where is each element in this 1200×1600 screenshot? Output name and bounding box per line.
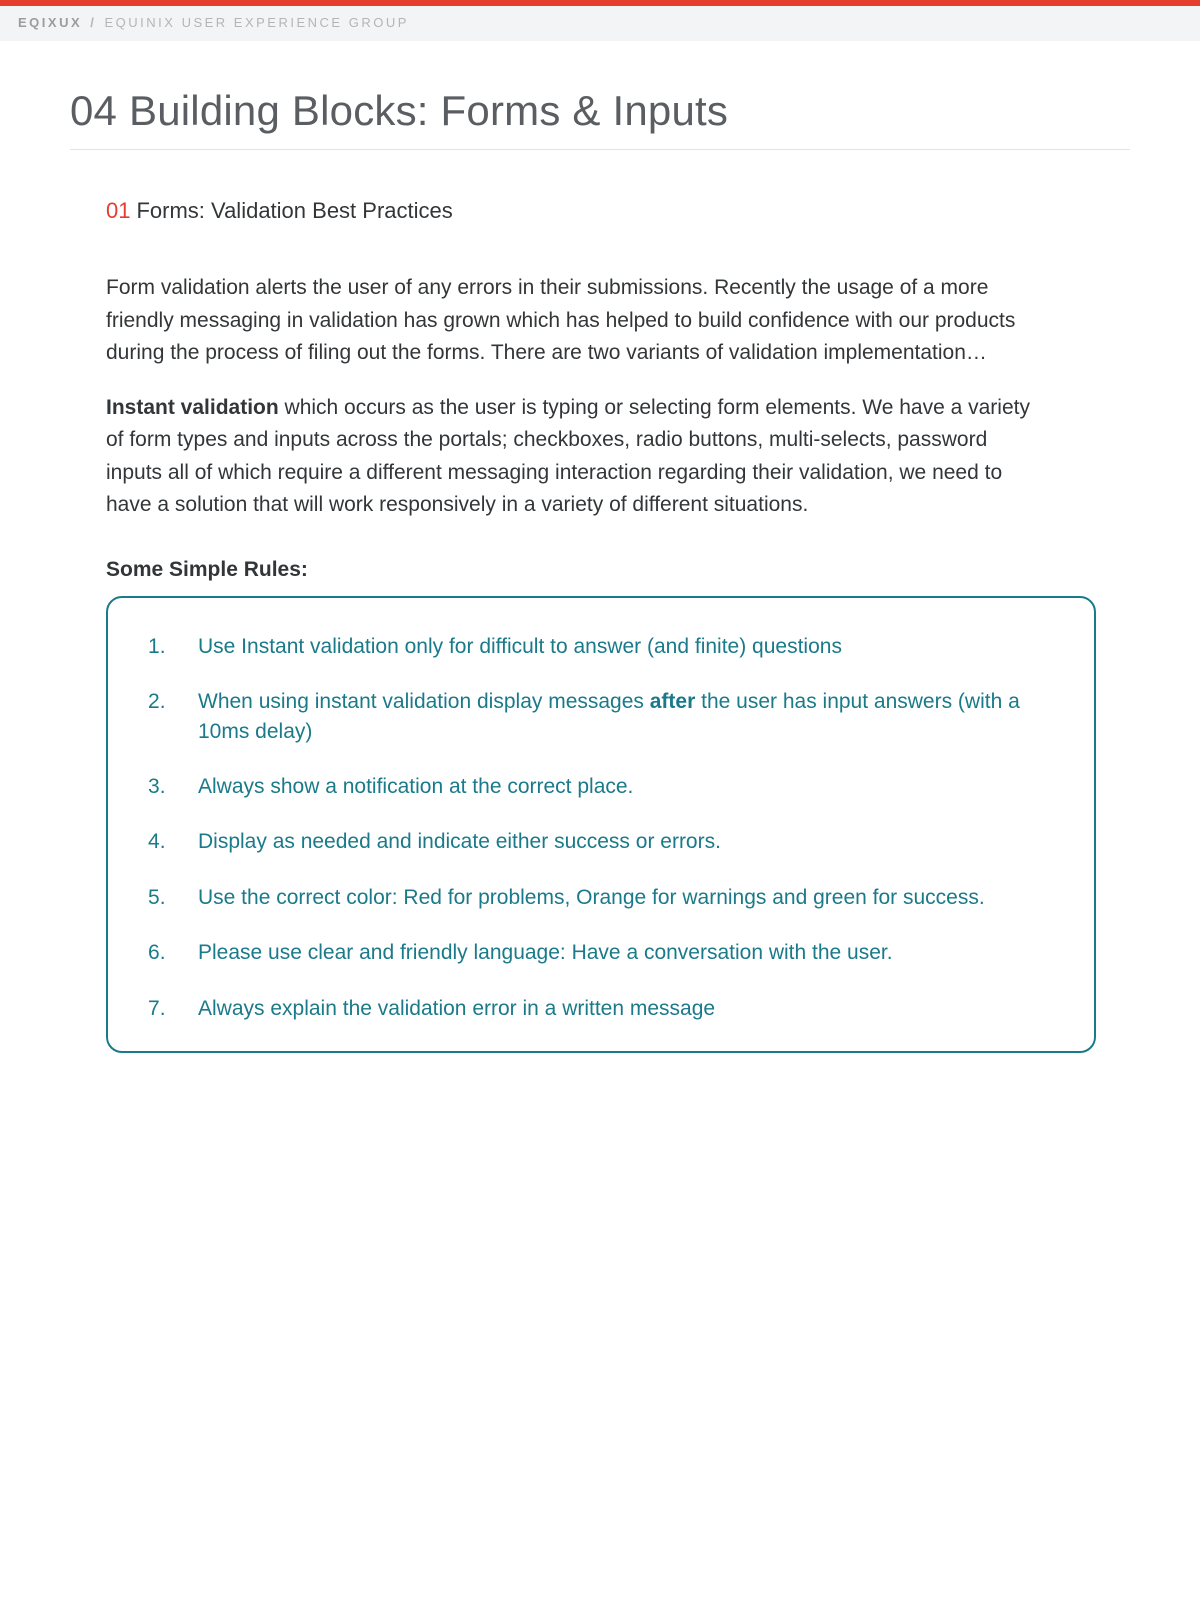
brand-separator: / <box>90 15 96 30</box>
rule-text: Always show a notification at the correc… <box>198 775 633 798</box>
intro-paragraph-1: Form validation alerts the user of any e… <box>106 272 1036 370</box>
rule-item: Display as needed and indicate either su… <box>144 827 1064 856</box>
rule-text: Please use clear and friendly language: … <box>198 941 893 964</box>
group-label: EQUINIX USER EXPERIENCE GROUP <box>105 15 409 30</box>
rule-text: Use the correct color: Red for problems,… <box>198 886 985 909</box>
section-heading: 01Forms: Validation Best Practices <box>106 198 1130 224</box>
section-heading-text: Forms: Validation Best Practices <box>136 198 452 223</box>
page-title: 04 Building Blocks: Forms & Inputs <box>70 81 1130 150</box>
section-validation: 01Forms: Validation Best Practices Form … <box>106 198 1130 1053</box>
rules-list: Use Instant validation only for difficul… <box>144 632 1064 1023</box>
rule-text: Always explain the validation error in a… <box>198 997 715 1020</box>
intro-paragraph-2: Instant validation which occurs as the u… <box>106 392 1036 522</box>
rule-item: When using instant validation display me… <box>144 687 1064 746</box>
rule-item: Always explain the validation error in a… <box>144 994 1064 1023</box>
page-body: 04 Building Blocks: Forms & Inputs 01For… <box>0 41 1200 1053</box>
rule-item: Use the correct color: Red for problems,… <box>144 883 1064 912</box>
rule-item: Always show a notification at the correc… <box>144 772 1064 801</box>
rules-box: Use Instant validation only for difficul… <box>106 596 1096 1053</box>
rule-text: Display as needed and indicate either su… <box>198 830 721 853</box>
section-number: 01 <box>106 198 130 223</box>
rule-text: Use Instant validation only for difficul… <box>198 635 842 658</box>
body-copy: Form validation alerts the user of any e… <box>106 272 1036 522</box>
rule-item: Please use clear and friendly language: … <box>144 938 1064 967</box>
brand-label: EQIXUX <box>18 15 82 30</box>
rule-bold: after <box>650 690 696 713</box>
rules-heading: Some Simple Rules: <box>106 558 1130 582</box>
header-bar: EQIXUX / EQUINIX USER EXPERIENCE GROUP <box>0 6 1200 41</box>
instant-validation-lead: Instant validation <box>106 396 279 419</box>
rule-item: Use Instant validation only for difficul… <box>144 632 1064 661</box>
rule-text: When using instant validation display me… <box>198 690 650 713</box>
